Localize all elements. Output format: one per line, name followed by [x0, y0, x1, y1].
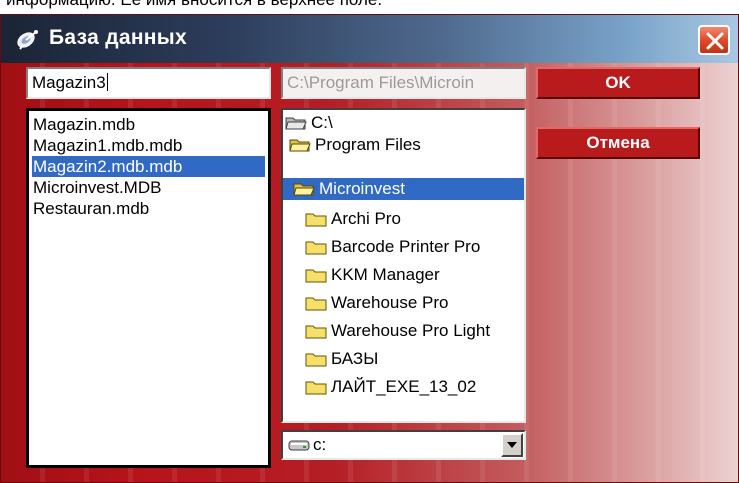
- directory-label: Warehouse Pro Light: [331, 321, 491, 340]
- directory-item[interactable]: ЛАЙТ_EXE_13_02: [305, 376, 524, 398]
- drive-select[interactable]: c:: [281, 430, 526, 460]
- directory-item-microinvest[interactable]: Microinvest: [283, 178, 524, 200]
- file-list[interactable]: Magazin.mdb Magazin1.mdb.mdb Magazin2.md…: [26, 108, 271, 468]
- directory-tree[interactable]: C:\ Program Files Microinvest Archi Pro …: [281, 108, 526, 423]
- folder-icon: [305, 381, 327, 395]
- chevron-down-icon: [507, 442, 517, 448]
- folder-icon: [305, 213, 327, 227]
- database-name-value: Magazin3: [32, 73, 106, 92]
- database-name-input[interactable]: Magazin3: [26, 67, 271, 99]
- page-caption: информацию. Её имя вносится в верхнее по…: [6, 0, 726, 9]
- directory-item-program-files[interactable]: Program Files: [289, 134, 524, 156]
- directory-label: БАЗЫ: [331, 349, 379, 368]
- dialog-title: База данных: [49, 26, 187, 49]
- folder-icon: [305, 269, 327, 283]
- folder-icon: [305, 241, 327, 255]
- directory-item[interactable]: Barcode Printer Pro: [305, 236, 524, 258]
- file-item[interactable]: Magazin.mdb: [32, 114, 265, 135]
- directory-item[interactable]: Warehouse Pro Light: [305, 320, 524, 342]
- satellite-dish-icon: [15, 28, 41, 50]
- directory-label: KKM Manager: [331, 265, 440, 284]
- dropdown-button[interactable]: [501, 433, 523, 457]
- ok-button[interactable]: OK: [536, 67, 700, 99]
- file-item[interactable]: Microinvest.MDB: [32, 177, 265, 198]
- folder-icon: [305, 353, 327, 367]
- cancel-button[interactable]: Отмена: [536, 127, 700, 159]
- file-item[interactable]: Restauran.mdb: [32, 198, 265, 219]
- directory-label: Warehouse Pro: [331, 293, 449, 312]
- text-caret: [106, 73, 108, 91]
- open-folder-icon: [285, 117, 307, 130]
- directory-label: Archi Pro: [331, 209, 401, 228]
- directory-item[interactable]: Warehouse Pro: [305, 292, 524, 314]
- title-bar[interactable]: База данных: [1, 15, 738, 63]
- open-folder-icon: [289, 139, 311, 152]
- directory-label: Program Files: [315, 135, 421, 154]
- folder-icon: [305, 325, 327, 339]
- directory-label: C:\: [311, 113, 333, 132]
- folder-icon: [305, 297, 327, 311]
- path-field: C:\Program Files\Microin: [281, 67, 526, 99]
- directory-item[interactable]: БАЗЫ: [305, 348, 524, 370]
- drive-label: c:: [313, 435, 327, 454]
- directory-label: Barcode Printer Pro: [331, 237, 481, 256]
- directory-item[interactable]: Archi Pro: [305, 208, 524, 230]
- directory-label: ЛАЙТ_EXE_13_02: [331, 377, 477, 396]
- file-item[interactable]: Magazin1.mdb.mdb: [32, 135, 265, 156]
- directory-item-root[interactable]: C:\: [285, 112, 524, 134]
- close-icon: [706, 32, 724, 50]
- open-folder-icon: [293, 183, 315, 196]
- close-button[interactable]: [698, 25, 730, 55]
- directory-label: Microinvest: [319, 179, 405, 198]
- directory-item[interactable]: KKM Manager: [305, 264, 524, 286]
- drive-icon: [288, 440, 310, 451]
- file-item-selected[interactable]: Magazin2.mdb.mdb: [32, 156, 265, 177]
